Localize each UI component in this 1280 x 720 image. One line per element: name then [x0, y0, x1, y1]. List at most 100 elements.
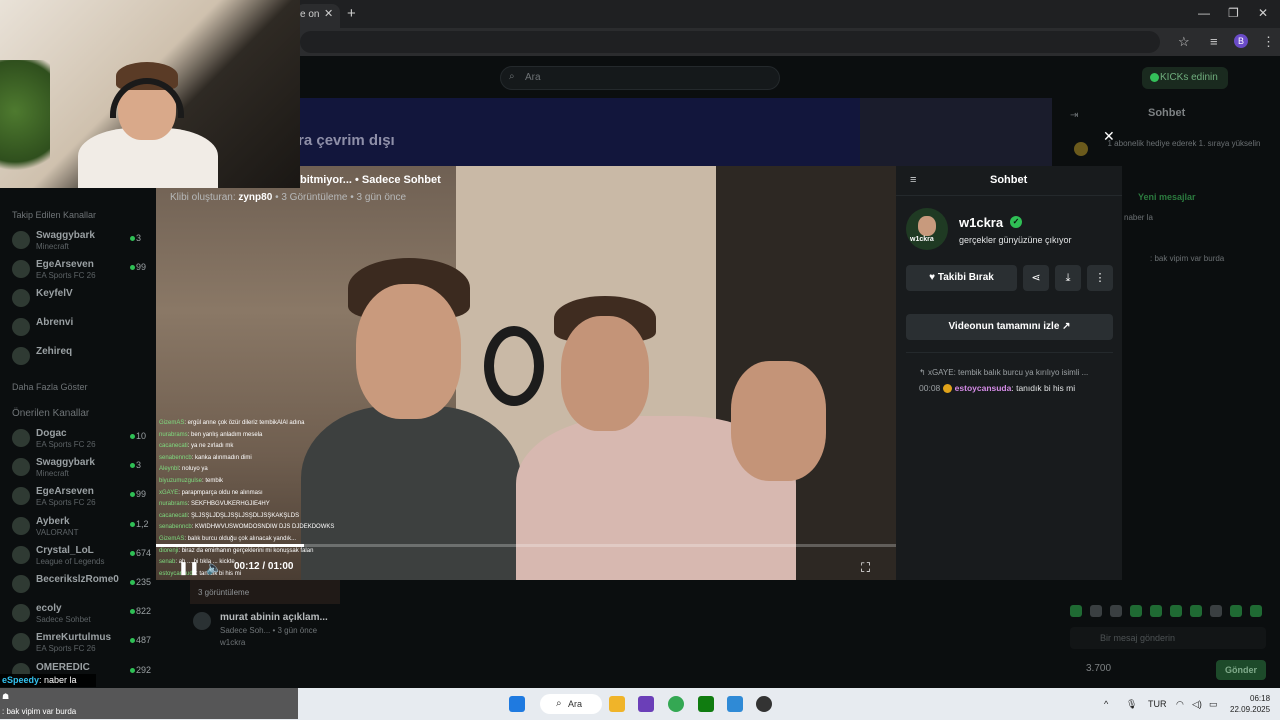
chrome-icon[interactable] — [668, 696, 684, 712]
sidebar-channel-row[interactable]: Swaggybark Minecraft 3 — [12, 229, 162, 257]
emote-icon[interactable] — [1070, 605, 1082, 617]
right-chat-line: : bak vipim var burda — [1150, 254, 1225, 263]
close-window-button[interactable]: ✕ — [1258, 6, 1268, 20]
minimize-button[interactable]: — — [1198, 6, 1210, 20]
profile-avatar[interactable]: B — [1234, 34, 1248, 48]
app-icon[interactable] — [756, 696, 772, 712]
sidebar-channel-row[interactable]: Zehireq — [12, 345, 162, 373]
sidebar-channel-row[interactable]: EmreKurtulmus EA Sports FC 26 487 — [12, 631, 162, 659]
collapse-chat-icon[interactable]: ⇥ — [1070, 110, 1078, 121]
emote-icon[interactable] — [1170, 605, 1182, 617]
clip-card-user[interactable]: w1ckra — [220, 638, 245, 647]
new-tab-button[interactable]: + — [347, 5, 356, 22]
right-chat-line: naber la — [1124, 213, 1153, 222]
clip-creator[interactable]: zynp80 — [238, 192, 272, 203]
sidebar-channel-row[interactable]: EgeArseven EA Sports FC 26 99 — [12, 258, 162, 286]
emote-icon[interactable] — [1250, 605, 1262, 617]
watch-full-video-button[interactable]: Videonun tamamını izle ↗ — [906, 314, 1113, 340]
emote-icon[interactable] — [1090, 605, 1102, 617]
sidebar-channel-row[interactable]: EgeArseven EA Sports FC 26 99 — [12, 485, 162, 513]
reply-context: ↰ xGAYE: tembik balık burcu ya kırılıyo … — [919, 368, 1088, 377]
divider — [906, 352, 1113, 353]
sidebar-channel-row[interactable]: BecerikslzRome0 235 — [12, 573, 162, 601]
video-progress-fill — [156, 544, 304, 547]
live-indicator-icon — [130, 667, 135, 673]
search-icon: ⌕ — [556, 698, 562, 709]
close-icon[interactable]: ✕ — [1103, 128, 1115, 145]
message-user[interactable]: estoycansuda — [955, 383, 1012, 393]
media-controls-icon[interactable]: ≡ — [1210, 34, 1218, 49]
clock-date: 22.09.2025 — [1230, 705, 1271, 714]
panel-menu-icon[interactable]: ≡ — [910, 174, 916, 186]
bookmark-star-icon[interactable]: ☆ — [1178, 34, 1190, 50]
search-input[interactable]: Ara — [500, 66, 780, 90]
video-chat-line: senabenncb: kanka alınmadın dimi — [157, 453, 377, 465]
avatar — [12, 516, 30, 535]
chat-title: Sohbet — [1148, 107, 1186, 119]
restore-button[interactable]: ❐ — [1228, 6, 1239, 20]
panel-username[interactable]: w1ckra — [959, 215, 1003, 230]
sidebar-channel-row[interactable]: Abrenvi — [12, 316, 162, 344]
settings-icon[interactable] — [727, 696, 743, 712]
language-indicator[interactable]: TUR — [1148, 699, 1167, 709]
taskbar-search[interactable]: Ara — [540, 694, 602, 714]
battery-icon[interactable]: ▭ — [1209, 699, 1218, 710]
volume-icon[interactable]: ◁) — [1192, 699, 1202, 710]
viewer-count: 674 — [136, 547, 152, 558]
volume-icon[interactable]: 🔈 — [206, 560, 222, 576]
webcam-overlay — [0, 0, 300, 188]
sidebar-channel-row[interactable]: Ayberk VALORANT 1,2 — [12, 515, 162, 543]
avatar — [12, 289, 30, 307]
clip-views: 3 görüntüleme — [198, 588, 250, 597]
clip-card-title[interactable]: murat abinin açıklam... — [220, 612, 328, 623]
download-icon[interactable]: ⤓ — [1055, 265, 1081, 291]
app-icon[interactable] — [638, 696, 654, 712]
show-more-link[interactable]: Daha Fazla Göster — [12, 382, 88, 392]
offline-text: ra çevrim dışı — [298, 132, 395, 149]
sidebar-channel-row[interactable]: KeyfelV — [12, 287, 162, 315]
file-explorer-icon[interactable] — [609, 696, 625, 712]
chat-user: senab — [159, 559, 176, 566]
xbox-icon[interactable] — [698, 696, 714, 712]
avatar[interactable]: w1ckra — [906, 208, 948, 250]
stream-chat-line: ☗ — [2, 692, 9, 701]
browser-menu-icon[interactable]: ⋮ — [1262, 34, 1275, 50]
heart-icon: ♥ — [929, 272, 938, 283]
pause-icon[interactable]: ❚❚ — [178, 560, 200, 576]
url-field[interactable] — [300, 31, 1160, 53]
more-options-icon[interactable]: ⋮ — [1087, 265, 1113, 291]
browser-tab[interactable]: e on — [296, 4, 340, 28]
chat-text: : ŞLJSŞLJDŞLJSŞLJSŞDLJSŞKAKŞLDS — [187, 512, 300, 519]
share-icon[interactable]: ⋖ — [1023, 265, 1049, 291]
clip-title: bitmiyor... • Sadece Sohbet — [300, 174, 441, 186]
reply-icon: ↰ — [919, 368, 928, 377]
external-link-icon: ↗ — [1062, 321, 1071, 332]
emote-icon[interactable] — [1110, 605, 1122, 617]
avatar — [193, 612, 211, 630]
chat-message-input[interactable]: Bir mesaj gönderin — [1070, 627, 1266, 649]
start-icon[interactable] — [509, 696, 525, 712]
sidebar-channel-row[interactable]: Crystal_LoL League of Legends 674 — [12, 544, 162, 572]
unfollow-button[interactable]: ♥ Takibi Bırak — [906, 265, 1017, 291]
send-button[interactable]: Gönder — [1216, 660, 1266, 680]
video-chat-overlay: GizemAS: ergül anne çok özür dileriz tem… — [157, 418, 377, 580]
system-clock[interactable]: 06:18 22.09.2025 — [1230, 693, 1270, 715]
channel-name: KeyfelV — [36, 288, 73, 299]
fullscreen-icon[interactable]: ⛶ — [861, 560, 870, 576]
tray-chevron-icon[interactable]: ^ — [1104, 699, 1108, 709]
sidebar-channel-row[interactable]: ecoly Sadece Sohbet 822 — [12, 602, 162, 630]
sidebar-channel-row[interactable]: Dogac EA Sports FC 26 10 — [12, 427, 162, 455]
wifi-icon[interactable]: ◠ — [1176, 699, 1184, 710]
chat-text: : ya ne zırladı mk — [187, 443, 234, 450]
emote-icon[interactable] — [1130, 605, 1142, 617]
emote-icon[interactable] — [1210, 605, 1222, 617]
emote-icon[interactable] — [1150, 605, 1162, 617]
sidebar-channel-row[interactable]: Swaggybark Minecraft 3 — [12, 456, 162, 484]
panel-chat-message: 00:08 estoycansuda: tanıdık bi his mi — [919, 381, 1109, 395]
chat-text: : naber la — [39, 675, 77, 685]
tab-close-icon[interactable]: ✕ — [324, 7, 333, 20]
emote-icon[interactable] — [1230, 605, 1242, 617]
microphone-icon[interactable]: 🎙 — [1126, 699, 1137, 710]
chat-user: senabenncb — [159, 524, 192, 531]
emote-icon[interactable] — [1190, 605, 1202, 617]
